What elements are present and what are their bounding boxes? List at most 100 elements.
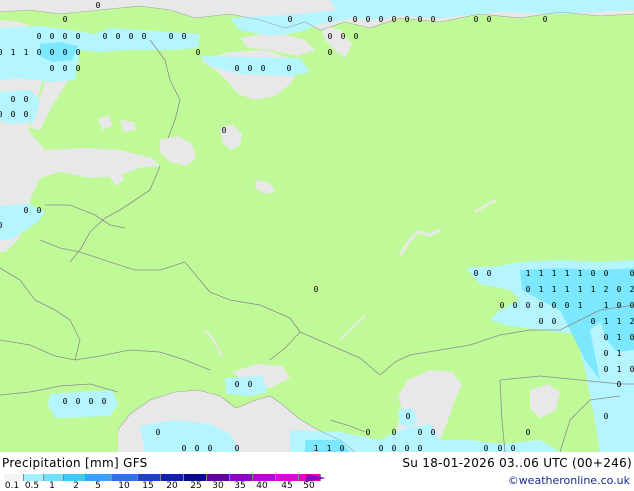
- precip-value-label: 1: [578, 301, 583, 310]
- precip-value-label: 2: [630, 317, 634, 326]
- precip-value-label: 0: [498, 444, 503, 452]
- precip-value-label: 0: [366, 15, 371, 24]
- precip-value-label: 0: [142, 32, 147, 41]
- precip-value-label: 0: [222, 126, 227, 135]
- scale-swatch: [112, 474, 138, 481]
- precip-value-label: 0: [63, 48, 68, 57]
- precip-value-label: 0: [431, 15, 436, 24]
- precip-value-label: 1: [539, 269, 544, 278]
- precip-value-label: 0: [63, 32, 68, 41]
- precip-value-label: 1: [617, 333, 622, 342]
- precip-value-label: 0: [604, 365, 609, 374]
- precip-value-label: 0: [37, 48, 42, 57]
- precip-value-label: 1: [24, 48, 29, 57]
- source-credit[interactable]: ©weatheronline.co.uk: [508, 474, 630, 487]
- scale-swatch: [4, 474, 24, 481]
- scale-swatch: [253, 474, 276, 481]
- precip-value-label: 0: [526, 301, 531, 310]
- precip-value-label: 1: [314, 444, 319, 452]
- precip-value-label: 0: [353, 15, 358, 24]
- precip-value-label: 0: [474, 269, 479, 278]
- precip-value-label: 0: [11, 110, 16, 119]
- precip-value-label: 0: [431, 428, 436, 437]
- precip-value-label: 0: [0, 48, 3, 57]
- scale-swatch: [207, 474, 230, 481]
- scale-swatch: [86, 474, 112, 481]
- precip-value-label: 0: [196, 48, 201, 57]
- precip-value-label: 0: [63, 64, 68, 73]
- precip-value-label: 0: [24, 110, 29, 119]
- precip-value-label: 0: [539, 301, 544, 310]
- precip-value-label: 0: [552, 317, 557, 326]
- precip-value-label: 0: [63, 397, 68, 406]
- precip-value-label: 0: [418, 428, 423, 437]
- precip-value-label: 0: [630, 365, 634, 374]
- precip-value-label: 0: [116, 32, 121, 41]
- precip-value-label: 0: [76, 64, 81, 73]
- precip-value-label: 0: [328, 48, 333, 57]
- precip-value-label: 0: [50, 32, 55, 41]
- precip-value-label: 0: [50, 48, 55, 57]
- precip-value-label: 0: [195, 444, 200, 452]
- precip-value-label: 0: [287, 64, 292, 73]
- precip-value-label: 1: [539, 285, 544, 294]
- precip-value-label: 1: [617, 317, 622, 326]
- precip-value-label: 0: [76, 48, 81, 57]
- precip-value-label: 1: [552, 269, 557, 278]
- precip-value-label: 0: [552, 301, 557, 310]
- precip-value-label: 1: [327, 444, 332, 452]
- precip-value-label: 0: [182, 32, 187, 41]
- precip-value-label: 0: [328, 15, 333, 24]
- precip-value-label: 0: [500, 301, 505, 310]
- precip-value-label: 0: [526, 285, 531, 294]
- precip-value-label: 1: [617, 349, 622, 358]
- precip-value-label: 0: [604, 269, 609, 278]
- precip-value-label: 0: [235, 444, 240, 452]
- scale-swatch: [64, 474, 86, 481]
- precip-value-label: 0: [392, 15, 397, 24]
- precip-value-label: 0: [96, 1, 101, 10]
- precip-value-label: 0: [630, 301, 634, 310]
- precip-value-label: 0: [103, 32, 108, 41]
- precip-value-label: 1: [552, 285, 557, 294]
- precip-value-label: 0: [487, 15, 492, 24]
- precip-value-label: 0: [405, 444, 410, 452]
- scale-swatch: [24, 474, 44, 481]
- precip-value-label: 0: [248, 64, 253, 73]
- precip-value-label: 0: [341, 32, 346, 41]
- precip-value-label: 0: [102, 397, 107, 406]
- precip-value-label: 0: [235, 64, 240, 73]
- precip-value-label: 0: [539, 317, 544, 326]
- precip-value-label: 0: [24, 206, 29, 215]
- precip-value-label: 0: [0, 110, 3, 119]
- precip-value-label: 0: [37, 206, 42, 215]
- precip-value-label: 0: [630, 333, 634, 342]
- precip-value-label: 0: [208, 444, 213, 452]
- precip-value-label: 0: [513, 301, 518, 310]
- precip-value-label: 2: [630, 285, 634, 294]
- precip-value-label: 0: [261, 64, 266, 73]
- scale-swatch: [184, 474, 207, 481]
- precip-value-label: 0: [617, 285, 622, 294]
- precip-value-label: 1: [591, 285, 596, 294]
- precip-value-label: 0: [392, 444, 397, 452]
- precip-value-label: 0: [366, 428, 371, 437]
- land-area: [0, 0, 634, 452]
- precip-value-label: 0: [474, 15, 479, 24]
- precip-value-label: 0: [484, 444, 489, 452]
- map-footer: Precipitation [mm] GFS Su 18-01-2026 03.…: [0, 452, 634, 491]
- precip-value-label: 0: [24, 95, 29, 104]
- precipitation-map[interactable]: 0000000000000000000000000000110000000000…: [0, 0, 634, 452]
- precip-value-label: 0: [340, 444, 345, 452]
- precip-value-label: 0: [617, 301, 622, 310]
- precip-value-label: 0: [235, 380, 240, 389]
- legend-title: Precipitation [mm] GFS: [2, 456, 148, 470]
- scale-swatch: [44, 474, 64, 481]
- precip-value-label: 0: [354, 32, 359, 41]
- precip-value-label: 0: [76, 32, 81, 41]
- precip-value-label: 2: [604, 285, 609, 294]
- precip-value-label: 0: [543, 15, 548, 24]
- precip-value-label: 0: [379, 444, 384, 452]
- precip-value-label: 0: [591, 317, 596, 326]
- precip-value-label: 1: [526, 269, 531, 278]
